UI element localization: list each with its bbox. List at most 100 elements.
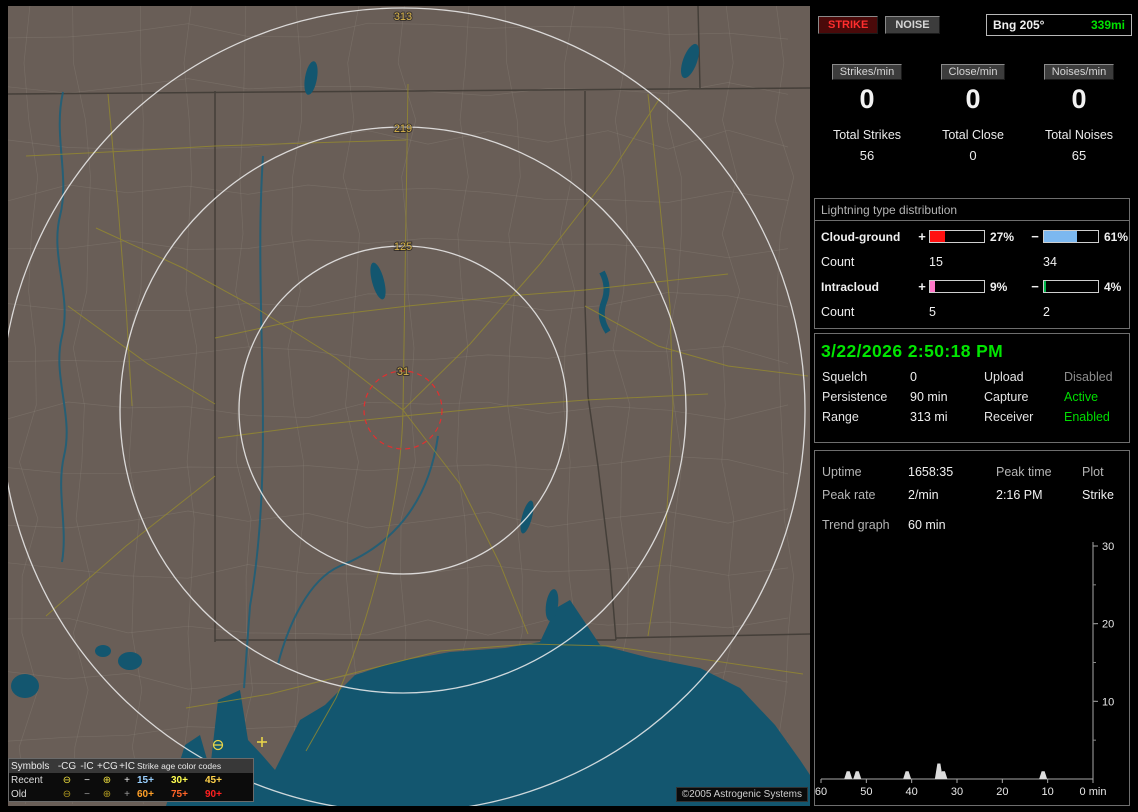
legend-header-row: Symbols -CG -IC +CG +IC Strike age color… bbox=[9, 759, 253, 773]
cg-minus-bar-fill bbox=[1044, 231, 1077, 242]
range-value: 313 mi bbox=[910, 410, 948, 424]
close-per-min-column: Close/min 0 Total Close 0 bbox=[920, 62, 1026, 163]
uptime-value: 1658:35 bbox=[908, 464, 954, 479]
recent-neg-cg-symbol: ⊖ bbox=[62, 774, 72, 786]
svg-text:0 min: 0 min bbox=[1080, 786, 1107, 798]
age-code-90: 90+ bbox=[205, 788, 222, 800]
peak-time-label: Peak time bbox=[996, 464, 1052, 479]
lake bbox=[95, 645, 111, 657]
plus-sign: + bbox=[918, 279, 926, 294]
distribution-panel: Lightning type distribution Cloud-ground… bbox=[814, 198, 1130, 329]
status-row: Range 313 mi Receiver Enabled bbox=[815, 407, 1129, 427]
distribution-body: Cloud-ground + 27% − 61% Count 15 34 Int… bbox=[815, 221, 1129, 326]
cloud-ground-count-row: Count 15 34 bbox=[817, 249, 1127, 274]
legend-recent-label: Recent bbox=[11, 774, 43, 786]
legend-old-row: Old ⊖ − ⊕ + 60+ 75+ 90+ bbox=[9, 787, 253, 801]
uptime-label: Uptime bbox=[822, 464, 862, 479]
ic-minus-bar bbox=[1043, 280, 1099, 293]
svg-text:30: 30 bbox=[1102, 541, 1114, 553]
map-canvas: 313 219 125 31 bbox=[8, 6, 810, 806]
plot-value: Strike bbox=[1082, 487, 1114, 502]
cg-plus-bar bbox=[929, 230, 985, 243]
status-row: Squelch 0 Upload Disabled bbox=[815, 367, 1129, 387]
strike-mode-button[interactable]: STRIKE bbox=[818, 16, 879, 34]
bearing-distance: 339mi bbox=[1090, 18, 1125, 32]
legend-col-pos-ic: +IC bbox=[119, 760, 135, 772]
svg-text:50: 50 bbox=[860, 786, 872, 798]
total-strikes-value: 56 bbox=[859, 148, 875, 163]
map[interactable]: 313 219 125 31 Symbols -CG -IC +CG +IC S… bbox=[8, 6, 810, 806]
recent-neg-ic-symbol: − bbox=[84, 774, 90, 786]
intracloud-label: Intracloud bbox=[821, 279, 880, 294]
svg-text:20: 20 bbox=[996, 786, 1008, 798]
trend-graph: 30 20 10 60 50 40 30 20 10 0 min bbox=[815, 541, 1114, 798]
ring-label-313: 313 bbox=[394, 11, 412, 23]
legend-recent-row: Recent ⊖ − ⊕ + 15+ 30+ 45+ bbox=[9, 773, 253, 787]
datetime-display: 3/22/2026 2:50:18 PM bbox=[821, 341, 1004, 361]
plus-sign: + bbox=[918, 229, 926, 244]
total-close-value: 0 bbox=[969, 148, 977, 163]
old-neg-cg-symbol: ⊖ bbox=[62, 788, 72, 800]
intracloud-row: Intracloud + 9% − 4% bbox=[817, 274, 1127, 299]
ic-minus-pct: 4% bbox=[1104, 279, 1122, 294]
old-neg-ic-symbol: − bbox=[84, 788, 90, 800]
distribution-title: Lightning type distribution bbox=[815, 199, 1129, 221]
noises-per-min-button[interactable]: Noises/min bbox=[1043, 64, 1115, 80]
svg-text:60: 60 bbox=[815, 786, 827, 798]
ring-label-219: 219 bbox=[394, 123, 412, 135]
peak-rate-label: Peak rate bbox=[822, 487, 876, 502]
status-row: Persistence 90 min Capture Active bbox=[815, 387, 1129, 407]
cloud-ground-row: Cloud-ground + 27% − 61% bbox=[817, 224, 1128, 249]
legend-col-pos-cg: +CG bbox=[97, 760, 118, 772]
squelch-value: 0 bbox=[910, 370, 917, 384]
ic-plus-bar-fill bbox=[930, 281, 935, 292]
peak-rate-value: 2/min bbox=[908, 487, 939, 502]
app-window: 313 219 125 31 Symbols -CG -IC +CG +IC S… bbox=[0, 0, 1138, 812]
ic-minus-bar-fill bbox=[1044, 281, 1047, 292]
legend-age-header: Strike age color codes bbox=[137, 761, 222, 771]
count-label: Count bbox=[821, 254, 855, 269]
close-per-min-button[interactable]: Close/min bbox=[940, 64, 1006, 80]
trend-graph-window: 60 min bbox=[908, 517, 946, 532]
svg-text:10: 10 bbox=[1042, 786, 1054, 798]
capture-label: Capture bbox=[984, 390, 1029, 404]
noises-per-min-value: 0 bbox=[1071, 84, 1087, 114]
bearing-readout: Bng 205° 339mi bbox=[986, 14, 1132, 36]
age-code-45: 45+ bbox=[205, 774, 222, 786]
recent-pos-ic-symbol: + bbox=[124, 774, 130, 786]
age-code-15: 15+ bbox=[137, 774, 154, 786]
cloud-ground-label: Cloud-ground bbox=[821, 229, 901, 244]
legend-symbols-header: Symbols bbox=[11, 760, 50, 772]
ic-plus-bar bbox=[929, 280, 985, 293]
lake bbox=[11, 674, 39, 698]
range-label: Range bbox=[822, 410, 859, 424]
legend-col-neg-ic: -IC bbox=[80, 760, 94, 772]
trend-graph-label: Trend graph bbox=[822, 517, 890, 532]
stats-panel: Uptime 1658:35 Peak time Plot Peak rate … bbox=[814, 450, 1130, 806]
cg-minus-count: 34 bbox=[1043, 254, 1057, 269]
persistence-label: Persistence bbox=[822, 390, 888, 404]
total-strikes-label: Total Strikes bbox=[832, 128, 902, 142]
squelch-label: Squelch bbox=[822, 370, 868, 384]
ic-plus-pct: 9% bbox=[990, 279, 1008, 294]
old-pos-ic-symbol: + bbox=[124, 788, 130, 800]
upload-label: Upload bbox=[984, 370, 1024, 384]
receiver-label: Receiver bbox=[984, 410, 1034, 424]
strikes-per-min-column: Strikes/min 0 Total Strikes 56 bbox=[814, 62, 920, 163]
noises-per-min-column: Noises/min 0 Total Noises 65 bbox=[1026, 62, 1132, 163]
noise-mode-button[interactable]: NOISE bbox=[885, 16, 940, 34]
ring-label-125: 125 bbox=[394, 241, 412, 253]
capture-status: Active bbox=[1064, 390, 1099, 404]
strikes-per-min-button[interactable]: Strikes/min bbox=[831, 64, 903, 80]
strikes-per-min-value: 0 bbox=[859, 84, 875, 114]
intracloud-count-row: Count 5 2 bbox=[817, 299, 1127, 324]
total-noises-label: Total Noises bbox=[1044, 128, 1114, 142]
cg-minus-bar bbox=[1043, 230, 1099, 243]
cg-minus-pct: 61% bbox=[1104, 229, 1129, 244]
svg-text:30: 30 bbox=[951, 786, 963, 798]
svg-text:20: 20 bbox=[1102, 619, 1114, 631]
stats-row: Uptime 1658:35 Peak time Plot bbox=[815, 460, 1129, 483]
bearing-label: Bng 205° bbox=[993, 18, 1045, 32]
old-pos-cg-symbol: ⊕ bbox=[102, 788, 112, 800]
legend-col-neg-cg: -CG bbox=[57, 760, 77, 772]
